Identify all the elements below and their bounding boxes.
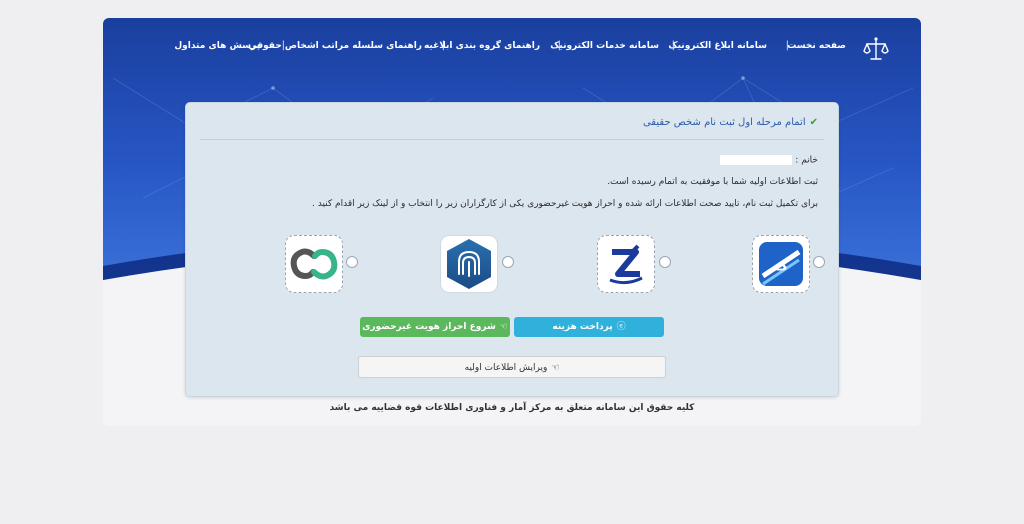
pay-fee-button[interactable]: ⓔپرداخت هزینه	[514, 317, 664, 337]
nav-item-e-notice[interactable]: سامانه ابلاغ الکترونیک	[668, 38, 767, 54]
edit-info-label: ویرایش اطلاعات اولیه	[464, 363, 548, 373]
hand-pointer-icon: ☜	[551, 363, 560, 373]
pay-fee-label: پرداخت هزینه	[552, 322, 613, 332]
provider-logo-chain-link-icon[interactable]	[285, 235, 343, 293]
svg-text:ک: ک	[774, 258, 789, 274]
scales-of-justice-icon[interactable]	[862, 36, 890, 62]
nav-item-e-services[interactable]: سامانه خدمات الکترونیک	[550, 38, 659, 54]
check-icon: ✔	[809, 117, 818, 128]
nav-separator: |	[441, 40, 445, 51]
nav-separator: |	[281, 40, 285, 51]
start-auth-label: شروع احراز هویت غیرحضوری	[362, 322, 496, 332]
greeting-line: خانم :	[720, 155, 818, 166]
nav-separator: |	[785, 40, 789, 51]
edit-initial-info-button[interactable]: ☜ویرایش اطلاعات اولیه	[358, 356, 666, 378]
instruction-text: برای تکمیل ثبت نام، تایید صحت اطلاعات ار…	[312, 199, 818, 209]
provider-2-radio[interactable]	[659, 256, 671, 268]
redacted-name	[720, 155, 793, 165]
start-remote-authentication-button[interactable]: ☜شروع احراز هویت غیرحضوری	[360, 317, 510, 337]
nav-item-home[interactable]: صفحه نخست	[787, 38, 846, 54]
provider-1-radio[interactable]	[813, 256, 825, 268]
provider-3-radio[interactable]	[502, 256, 514, 268]
greeting-label: خانم :	[795, 155, 818, 166]
provider-logo-blue-z-icon[interactable]	[597, 235, 655, 293]
nav-separator: |	[671, 40, 675, 51]
hand-pointer-icon: ☜	[499, 322, 508, 332]
provider-logo-blue-badge-icon[interactable]: ک	[752, 235, 810, 293]
divider	[200, 139, 824, 140]
registration-card: ✔اتمام مرحله اول ثبت نام شخص حقیقی خانم …	[185, 102, 839, 397]
provider-4-radio[interactable]	[346, 256, 358, 268]
card-title: ✔اتمام مرحله اول ثبت نام شخص حقیقی	[643, 117, 818, 128]
nav-item-legal-hierarchy-guide[interactable]: راهنمای سلسله مراتب اشخاص حقوقی	[248, 38, 422, 54]
browser-e-icon: ⓔ	[616, 322, 626, 332]
top-navigation: صفحه نخست | سامانه ابلاغ الکترونیک | سام…	[103, 18, 921, 74]
provider-logo-fingerprint-icon[interactable]	[440, 235, 498, 293]
nav-separator: |	[557, 40, 561, 51]
nav-item-faq[interactable]: پرسش های متداول	[174, 38, 260, 54]
success-message: ثبت اطلاعات اولیه شما با موفقیت به اتمام…	[607, 177, 818, 187]
page-frame: صفحه نخست | سامانه ابلاغ الکترونیک | سام…	[103, 18, 921, 426]
card-title-text: اتمام مرحله اول ثبت نام شخص حقیقی	[642, 117, 806, 128]
footer-copyright: کلیه حقوق این سامانه متعلق به مرکز آمار …	[329, 403, 695, 413]
